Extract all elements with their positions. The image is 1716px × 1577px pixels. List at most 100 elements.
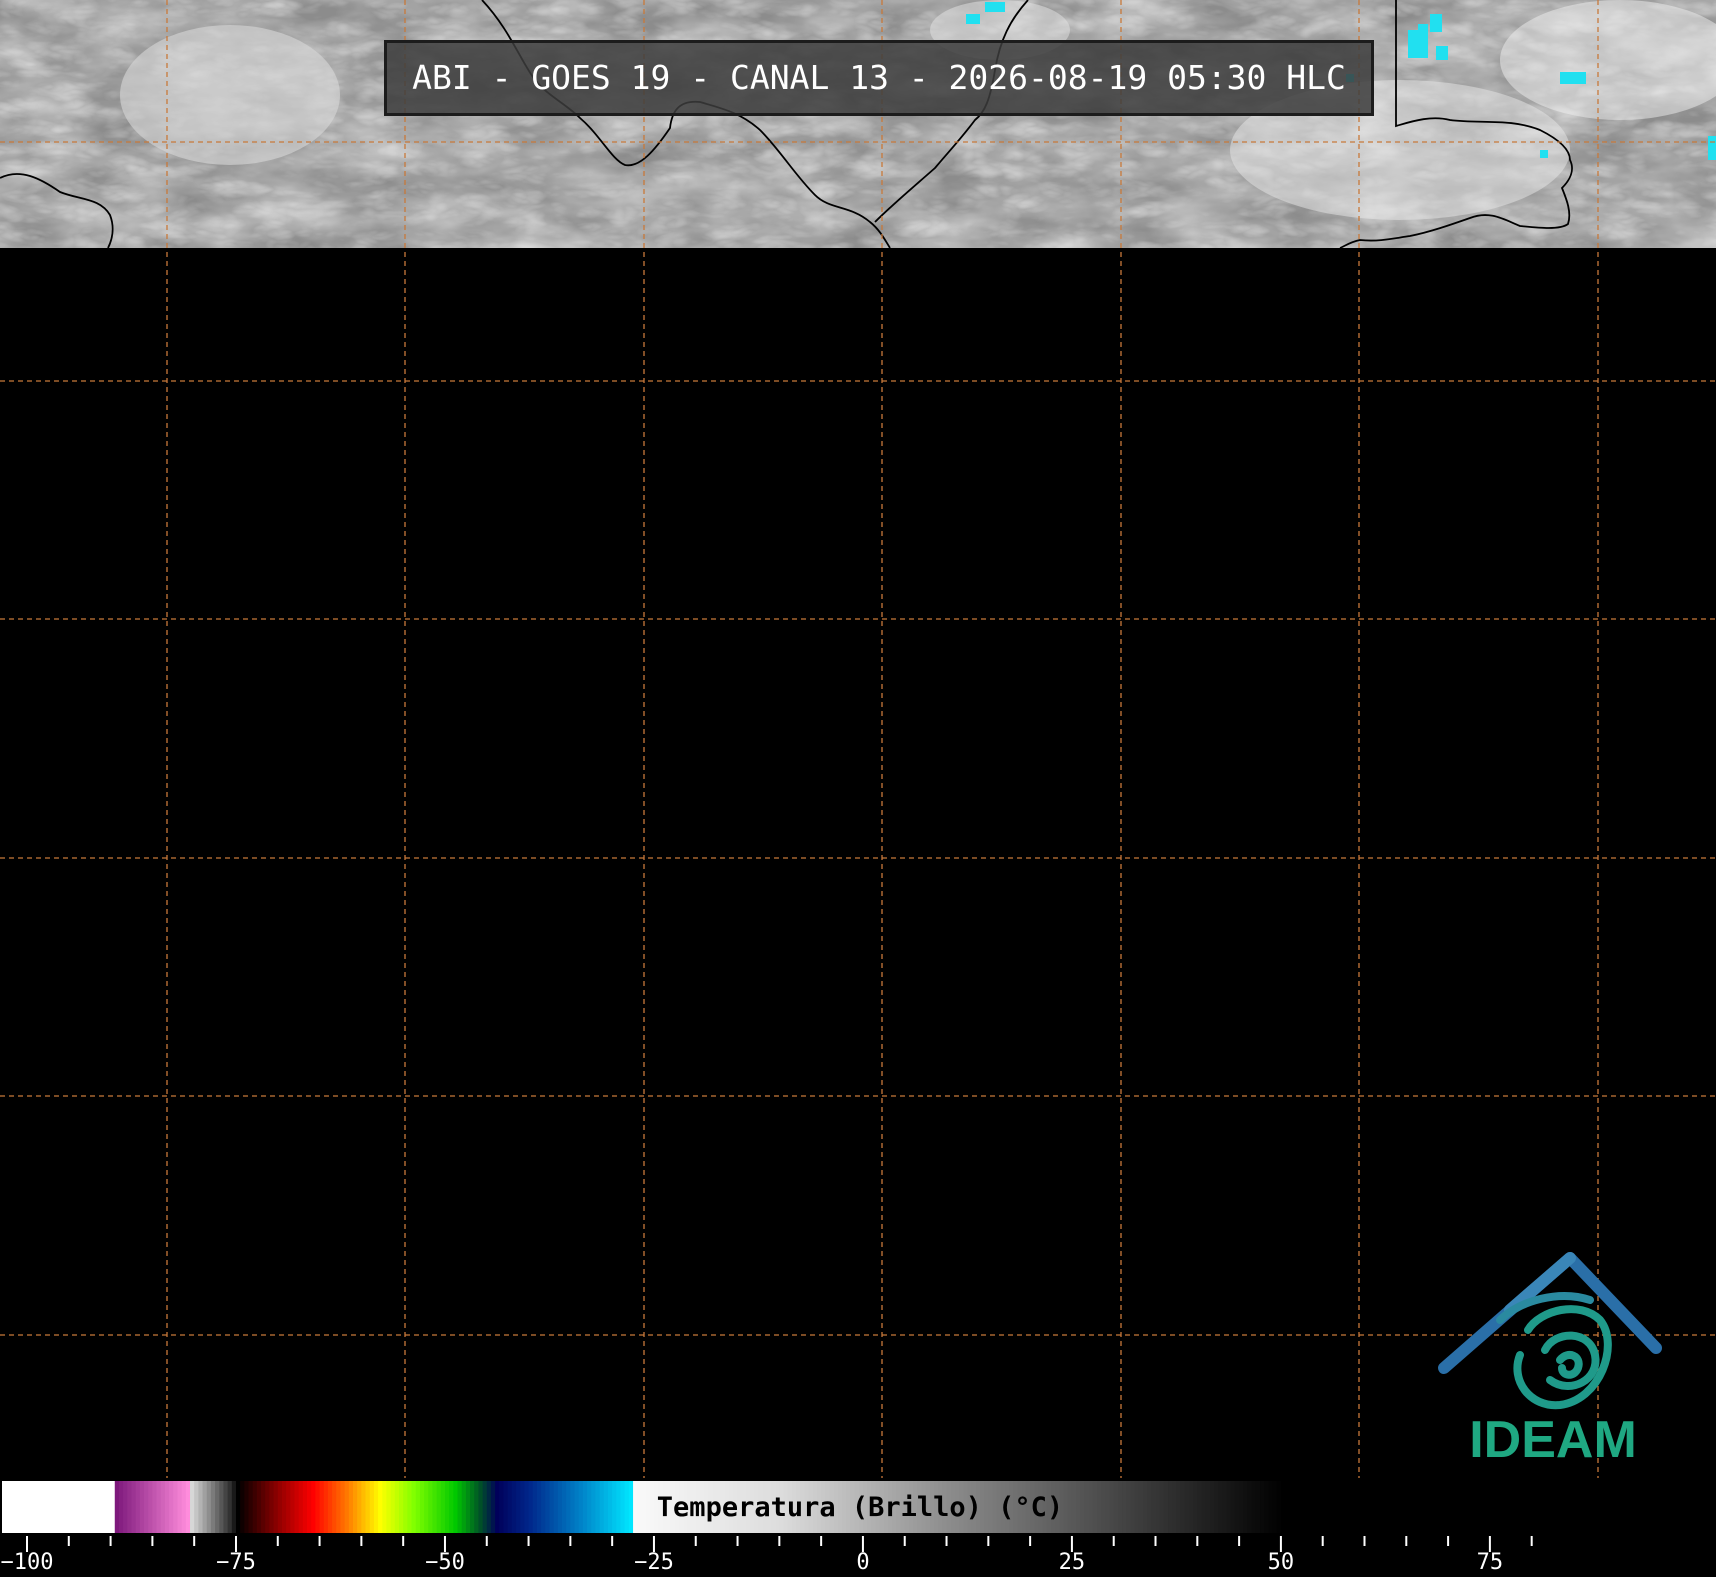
colorbar-segment	[327, 1481, 333, 1533]
colorbar-segment	[169, 1481, 174, 1533]
colorbar-segment	[386, 1481, 392, 1533]
colorbar-segment	[457, 1481, 463, 1533]
colorbar-segment	[89, 1481, 95, 1533]
colorbar-segment	[1510, 1481, 1516, 1533]
colorbar-segment	[1335, 1481, 1341, 1533]
colorbar-segment	[1, 1481, 7, 1533]
colorbar-segment	[1519, 1481, 1524, 1533]
colorbar-segment	[348, 1481, 354, 1533]
colorbar-segment	[1439, 1481, 1445, 1533]
colorbar-segment	[235, 1481, 241, 1533]
colorbar-segment	[1293, 1481, 1299, 1533]
colorbar-segment	[532, 1481, 538, 1533]
colorbar-segment	[1226, 1481, 1232, 1533]
colorbar-segment	[1260, 1481, 1265, 1533]
colorbar-segment	[1214, 1481, 1219, 1533]
colorbar-segment	[436, 1481, 442, 1533]
colorbar-segment	[407, 1481, 413, 1533]
colorbar-segment	[373, 1481, 379, 1533]
colorbar-segment	[541, 1481, 546, 1533]
colorbar-segment	[1222, 1481, 1228, 1533]
colorbar-segment	[68, 1481, 74, 1533]
colorbar-segment	[528, 1481, 534, 1533]
colorbar-tick-label: −25	[634, 1550, 674, 1575]
colorbar-tick-label: −50	[425, 1550, 465, 1575]
colorbar-segment	[1406, 1481, 1412, 1533]
colorbar-segment	[307, 1481, 312, 1533]
colorbar-segment	[1410, 1481, 1416, 1533]
satellite-map	[0, 0, 1716, 1552]
colorbar-segment	[357, 1481, 362, 1533]
colorbar-segment	[520, 1481, 525, 1533]
colorbar-segment	[369, 1481, 375, 1533]
colorbar-segment	[81, 1481, 87, 1533]
colorbar-segment	[1326, 1481, 1332, 1533]
colorbar-segment	[440, 1481, 446, 1533]
colorbar-segment	[382, 1481, 388, 1533]
colorbar-segment	[378, 1481, 383, 1533]
colorbar-segment	[144, 1481, 149, 1533]
colorbar-tick-label: 75	[1476, 1550, 1504, 1575]
colorbar-segment	[123, 1481, 128, 1533]
colorbar-segment	[1285, 1481, 1290, 1533]
colorbar-segment	[536, 1481, 542, 1533]
colorbar-segment	[1502, 1481, 1508, 1533]
colorbar-segment	[10, 1481, 16, 1533]
colorbar-segment	[394, 1481, 400, 1533]
colorbar-segment	[1448, 1481, 1453, 1533]
colorbar-segment	[444, 1481, 450, 1533]
colorbar-segment	[139, 1481, 145, 1533]
colorbar-segment	[415, 1481, 421, 1533]
colorbar-segment	[1322, 1481, 1328, 1533]
colorbar-segment	[1180, 1481, 1186, 1533]
colorbar-segment	[1423, 1481, 1428, 1533]
colorbar-segment	[1481, 1481, 1487, 1533]
colorbar-segment	[1456, 1481, 1462, 1533]
colorbar-segment	[1540, 1481, 1545, 1533]
colorbar-segment	[1356, 1481, 1361, 1533]
colorbar-tick-label: 25	[1058, 1550, 1086, 1575]
colorbar-segment	[1514, 1481, 1520, 1533]
colorbar-segment	[240, 1481, 245, 1533]
colorbar-segment	[156, 1481, 162, 1533]
colorbar-segment	[1494, 1481, 1499, 1533]
colorbar-segment	[1280, 1481, 1286, 1533]
colorbar-tick-label: 0	[856, 1550, 870, 1575]
colorbar-segment	[14, 1481, 20, 1533]
colorbar-segment	[1310, 1481, 1315, 1533]
colorbar-segment	[461, 1481, 467, 1533]
colorbar-segment	[1377, 1481, 1382, 1533]
colorbar-segment	[1218, 1481, 1223, 1533]
colorbar-segment	[432, 1481, 438, 1533]
colorbar-segment	[453, 1481, 459, 1533]
colorbar-segment	[1468, 1481, 1474, 1533]
no-data-area	[0, 248, 1716, 1480]
colorbar-segment	[47, 1481, 53, 1533]
colorbar-segment	[1544, 1481, 1550, 1533]
map-title: ABI - GOES 19 - CANAL 13 - 2026-08-19 05…	[384, 40, 1374, 116]
colorbar-segment	[265, 1481, 271, 1533]
colorbar-segment	[302, 1481, 308, 1533]
colorbar-segment	[1188, 1481, 1194, 1533]
colorbar-segment	[98, 1481, 103, 1533]
colorbar-segment	[102, 1481, 108, 1533]
colorbar-segment	[1402, 1481, 1407, 1533]
colorbar-segment	[390, 1481, 396, 1533]
colorbar-segment	[1431, 1481, 1437, 1533]
colorbar-segment	[1163, 1481, 1169, 1533]
colorbar-segment	[202, 1481, 208, 1533]
colorbar-segment	[93, 1481, 99, 1533]
colorbar-segment	[223, 1481, 229, 1533]
cloud-imagery	[0, 0, 1716, 248]
colorbar-segment	[1489, 1481, 1495, 1533]
colorbar-segment	[1397, 1481, 1403, 1533]
colorbar-segment	[553, 1481, 559, 1533]
colorbar-segment	[148, 1481, 153, 1533]
colorbar-segment	[215, 1481, 220, 1533]
colorbar-tick-label: −100	[0, 1550, 54, 1575]
colorbar-segment	[424, 1481, 429, 1533]
colorbar-segment	[127, 1481, 133, 1533]
colorbar-segment	[524, 1481, 530, 1533]
colorbar-segment	[152, 1481, 158, 1533]
colorbar-segment	[1184, 1481, 1190, 1533]
